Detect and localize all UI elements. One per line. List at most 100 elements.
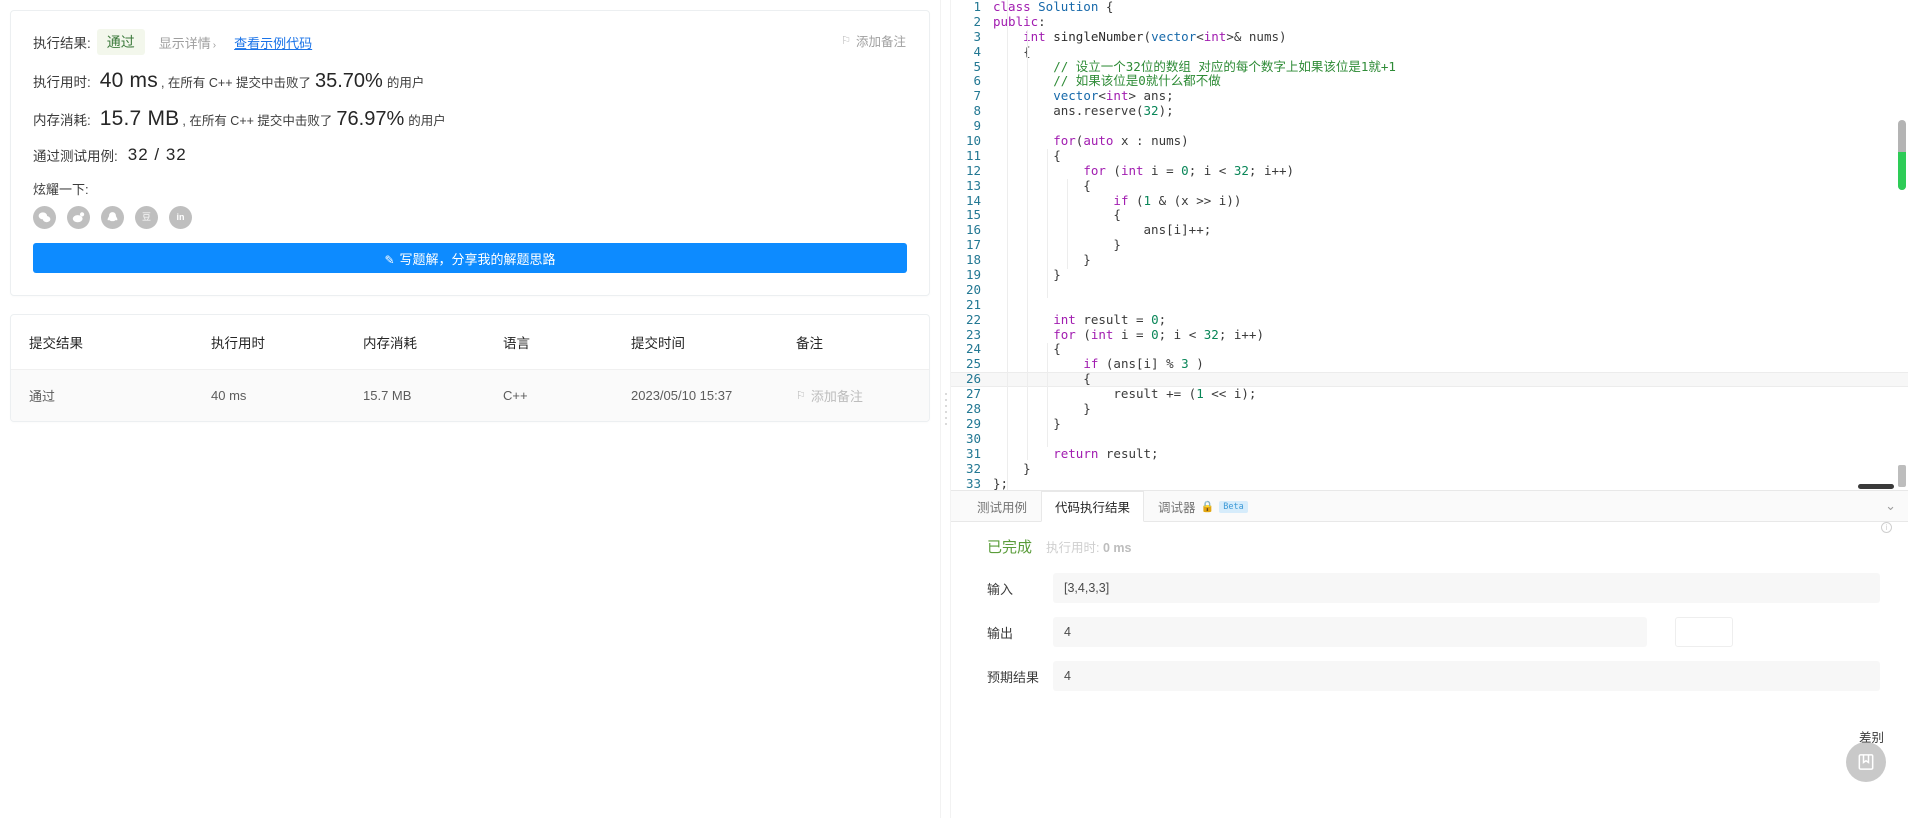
- line-number: 23: [965, 326, 981, 342]
- cell-note[interactable]: ⚐ 添加备注: [796, 369, 929, 421]
- code-text: ans.reserve(32);: [993, 103, 1174, 119]
- code-line[interactable]: 13 {: [951, 178, 1908, 194]
- line-number: 17: [965, 237, 981, 253]
- code-line[interactable]: 33};: [951, 475, 1908, 490]
- add-note-button[interactable]: ⚐ 添加备注: [841, 31, 906, 50]
- testcases-row: 通过测试用例: 32 / 32: [33, 145, 907, 165]
- code-line[interactable]: 30: [951, 431, 1908, 447]
- tab-debugger-label: 调试器: [1158, 501, 1196, 515]
- th-result: 提交结果: [11, 315, 211, 370]
- code-line[interactable]: 32 }: [951, 461, 1908, 477]
- drag-dots-icon: [944, 393, 947, 425]
- code-line[interactable]: 23 for (int i = 0; i < 32; i++): [951, 326, 1908, 343]
- expected-field-row: 预期结果 4: [951, 661, 1908, 691]
- pencil-icon: ✎: [384, 252, 395, 267]
- line-number: 18: [965, 252, 981, 268]
- th-language: 语言: [503, 315, 631, 370]
- table-row[interactable]: 通过 40 ms 15.7 MB C++ 2023/05/10 15:37 ⚐ …: [11, 369, 929, 421]
- info-icon[interactable]: i: [1881, 522, 1892, 533]
- code-line[interactable]: 15 {: [951, 208, 1908, 223]
- write-solution-button[interactable]: ✎ 写题解，分享我的解题思路: [33, 243, 907, 273]
- code-line[interactable]: 7 vector<int> ans;: [951, 88, 1908, 104]
- console-tabs: 测试用例 代码执行结果 调试器 🔒 Beta ⌄: [951, 491, 1908, 522]
- console-body: i 已完成 执行用时: 0 ms 输入 [3,4,3,3] 输出 4 预期结果 …: [951, 522, 1908, 705]
- code-text: for(auto x : nums): [1053, 133, 1189, 149]
- runtime-compare-text: , 在所有 C++ 提交中击败了: [160, 75, 311, 90]
- tab-execution-result[interactable]: 代码执行结果: [1041, 491, 1145, 522]
- execution-result-label: 执行结果:: [33, 36, 91, 51]
- code-line[interactable]: 4 {: [951, 43, 1908, 60]
- code-line[interactable]: 5 // 设立一个32位的数组 对应的每个数字上如果该位是1就+1: [951, 58, 1908, 75]
- code-line[interactable]: 3 int singleNumber(vector<int>& nums): [951, 29, 1908, 45]
- chevron-right-icon: ›: [212, 39, 217, 51]
- submissions-table-head: 提交结果 执行用时 内存消耗 语言 提交时间 备注: [11, 315, 929, 370]
- runtime-percentile: 35.70%: [314, 69, 383, 92]
- chevron-down-icon: ⌄: [1885, 498, 1896, 513]
- editor-horizontal-scrollbar[interactable]: [1858, 484, 1894, 489]
- code-line[interactable]: 27 result += (1 << i);: [951, 386, 1908, 402]
- code-line[interactable]: 17 }: [951, 237, 1908, 253]
- code-text: for (int i = 0; i < 32; i++): [1083, 162, 1295, 178]
- line-number: 29: [965, 415, 981, 431]
- line-number: 33: [965, 475, 981, 490]
- douban-share-icon[interactable]: 豆: [135, 206, 158, 229]
- expected-value-box[interactable]: 4: [1053, 661, 1880, 691]
- code-line[interactable]: 6 // 如果该位是0就什么都不做: [951, 74, 1908, 89]
- code-line[interactable]: 31 return result;: [951, 446, 1908, 462]
- code-line[interactable]: 1 class Solution {: [951, 0, 1908, 15]
- line-number: 10: [965, 133, 981, 149]
- code-editor[interactable]: 1 class Solution {2 public: 3 int singleNum…: [951, 0, 1908, 490]
- row-add-note-button[interactable]: ⚐ 添加备注: [796, 386, 929, 405]
- code-line[interactable]: 21: [951, 297, 1908, 313]
- output-value-box[interactable]: 4: [1053, 617, 1647, 647]
- console-runtime-label: 执行用时:: [1046, 541, 1100, 555]
- line-number: 22: [965, 311, 981, 327]
- show-details-link[interactable]: 显示详情 ›: [159, 33, 216, 52]
- wechat-share-icon[interactable]: [33, 206, 56, 229]
- tab-debugger[interactable]: 调试器 🔒 Beta: [1144, 491, 1262, 521]
- code-line[interactable]: 9: [951, 118, 1908, 134]
- code-line[interactable]: 28 }: [951, 401, 1908, 417]
- editor-vertical-scrollbar[interactable]: [1896, 0, 1908, 490]
- code-line[interactable]: 18 }: [951, 252, 1908, 268]
- code-line[interactable]: 2 public:: [951, 14, 1908, 30]
- indent-guide: [1047, 343, 1048, 447]
- code-line[interactable]: 10 for(auto x : nums): [951, 133, 1908, 149]
- code-line[interactable]: 14 if (1 & (x >> i)): [951, 193, 1908, 209]
- code-line[interactable]: 11 {: [951, 148, 1908, 164]
- expected-label: 预期结果: [987, 669, 1040, 685]
- view-sample-code-link[interactable]: 查看示例代码: [234, 33, 312, 52]
- linkedin-share-icon[interactable]: in: [169, 206, 192, 229]
- runtime-label: 执行用时:: [33, 75, 91, 90]
- collapse-console-button[interactable]: ⌄: [1885, 491, 1896, 521]
- weibo-share-icon[interactable]: [67, 206, 90, 229]
- code-line[interactable]: 24 {: [951, 342, 1908, 357]
- code-line[interactable]: 20: [951, 282, 1908, 298]
- qq-share-icon[interactable]: [101, 206, 124, 229]
- code-line[interactable]: 19 }: [951, 267, 1908, 283]
- diff-button[interactable]: [1846, 742, 1886, 782]
- tab-testcases[interactable]: 测试用例: [963, 491, 1041, 521]
- code-line[interactable]: 22 int result = 0;: [951, 311, 1908, 328]
- indent-guide: [1027, 30, 1028, 460]
- input-value-box[interactable]: [3,4,3,3]: [1053, 573, 1880, 603]
- line-number: 5: [973, 58, 981, 74]
- line-number: 15: [965, 207, 981, 223]
- code-line[interactable]: 25 if (ans[i] % 3 ): [951, 356, 1908, 372]
- console-status-text: 已完成: [987, 539, 1033, 556]
- code-line[interactable]: 26 {: [951, 371, 1908, 388]
- result-summary-card: ⚐ 添加备注 执行结果: 通过 显示详情 › 查看示例代码 执行用时: 40 ms…: [10, 10, 930, 296]
- code-line[interactable]: 8 ans.reserve(32);: [951, 103, 1908, 119]
- console-status-row: 已完成 执行用时: 0 ms: [951, 536, 1908, 557]
- pane-resize-handle[interactable]: [940, 0, 951, 818]
- line-number: 4: [973, 43, 981, 59]
- code-line[interactable]: 29 }: [951, 415, 1908, 432]
- submissions-table: 提交结果 执行用时 内存消耗 语言 提交时间 备注 通过 40 ms 15.7 …: [11, 315, 929, 421]
- editor-scroll-highlight[interactable]: [1898, 152, 1906, 190]
- cell-result[interactable]: 通过: [11, 369, 211, 421]
- execution-result-row: 执行结果: 通过 显示详情 › 查看示例代码: [33, 29, 907, 55]
- code-text: }: [993, 237, 1121, 253]
- line-number: 6: [973, 73, 981, 89]
- code-line[interactable]: 12 for (int i = 0; i < 32; i++): [951, 162, 1908, 179]
- code-line[interactable]: 16 ans[i]++;: [951, 222, 1908, 238]
